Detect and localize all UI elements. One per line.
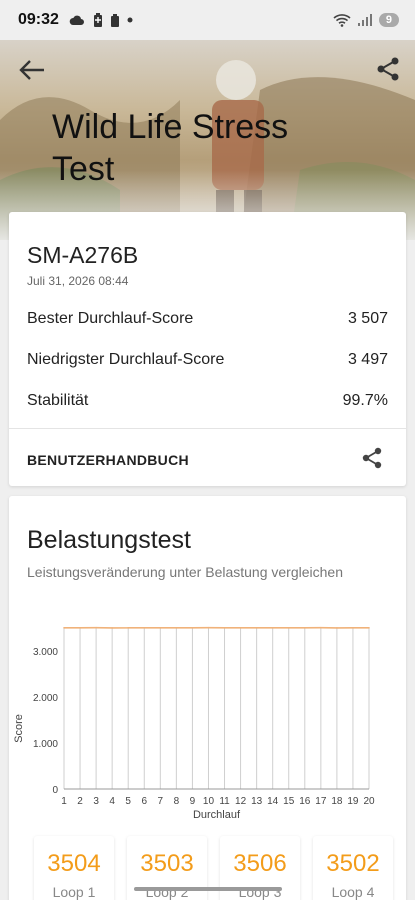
data-point: [368, 627, 370, 629]
best-score-row: Bester Durchlauf-Score 3 507: [27, 310, 388, 328]
test-date: Juli 31, 2026 08:44: [27, 274, 129, 288]
stability-row: Stabilität 99.7%: [27, 392, 388, 410]
hero-banner: Wild Life Stress Test: [0, 40, 415, 240]
data-point: [191, 626, 194, 629]
data-point: [207, 626, 210, 629]
result-summary-card: SM-A276B Juli 31, 2026 08:44 Bester Durc…: [9, 212, 406, 486]
row-value: 99.7%: [342, 392, 388, 409]
data-point: [175, 627, 178, 629]
arrow-left-icon[interactable]: [18, 58, 46, 82]
y-tick-label: 2.000: [33, 693, 58, 704]
x-tick-label: 7: [158, 796, 164, 807]
y-axis-label: Score: [13, 714, 25, 743]
data-point: [223, 627, 226, 629]
x-tick-label: 20: [363, 796, 375, 807]
y-tick-label: 3.000: [33, 647, 58, 658]
wifi-icon: [333, 14, 351, 27]
x-tick-label: 14: [267, 796, 279, 807]
row-label: Stabilität: [27, 392, 89, 409]
x-tick-label: 16: [299, 796, 311, 807]
x-tick-label: 2: [77, 796, 83, 807]
x-tick-label: 8: [174, 796, 180, 807]
x-tick-label: 17: [315, 796, 327, 807]
loop-label: Loop 1: [52, 884, 96, 900]
share-icon[interactable]: [375, 56, 401, 82]
page-title: Wild Life Stress Test: [52, 108, 289, 188]
x-tick-label: 15: [283, 796, 295, 807]
data-point: [255, 627, 258, 629]
battery-icon: [110, 13, 119, 27]
x-tick-label: 9: [190, 796, 196, 807]
data-point: [320, 626, 322, 629]
x-tick-label: 1: [61, 796, 67, 807]
data-point: [303, 627, 306, 629]
signal-icon: [357, 14, 372, 26]
loop-tile[interactable]: 3502 Loop 4: [313, 836, 393, 900]
x-tick-label: 3: [93, 796, 99, 807]
status-icons-right: 9: [333, 13, 399, 27]
x-tick-label: 12: [235, 796, 247, 807]
dot-icon: [127, 17, 133, 23]
data-point: [111, 627, 113, 629]
x-tick-label: 13: [251, 796, 263, 807]
status-time: 09:32: [18, 11, 59, 28]
row-label: Bester Durchlauf-Score: [27, 310, 194, 327]
data-point: [159, 627, 162, 629]
data-point: [352, 627, 354, 629]
loop-score: 3502: [326, 850, 380, 877]
user-manual-button[interactable]: BENUTZERHANDBUCH: [27, 452, 189, 468]
data-point: [336, 627, 338, 629]
row-value: 3 497: [347, 351, 388, 368]
data-point: [127, 627, 130, 629]
data-point: [63, 627, 65, 629]
data-point: [271, 626, 274, 629]
x-tick-label: 18: [331, 796, 343, 807]
section-subtitle: Leistungsveränderung unter Belastung ver…: [27, 564, 343, 580]
row-label: Niedrigster Durchlauf-Score: [27, 351, 225, 368]
data-point: [79, 627, 81, 629]
data-point: [95, 626, 97, 629]
loop-score: 3506: [233, 850, 287, 877]
y-tick-label: 0: [52, 785, 58, 796]
stress-chart: 01.0002.0003.0001 2 3 4 5 6 7 8 9 10 11 12 13 14 15 16 1…: [13, 626, 375, 821]
loop-tile[interactable]: 3504 Loop 1: [34, 836, 114, 900]
loop-label: Loop 4: [331, 884, 375, 900]
x-tick-label: 10: [203, 796, 215, 807]
x-axis-label: Durchlauf: [193, 809, 241, 821]
section-title: Belastungstest: [27, 526, 191, 554]
cloud-icon: [69, 15, 84, 25]
y-tick-label: 1.000: [33, 739, 58, 750]
loop-score: 3503: [140, 850, 194, 877]
divider: [9, 428, 406, 429]
battery-saver-icon: [93, 13, 102, 27]
navigation-handle[interactable]: [134, 887, 282, 891]
data-point: [143, 626, 146, 629]
x-tick-label: 4: [109, 796, 115, 807]
data-point: [239, 627, 242, 629]
loop-score: 3504: [47, 850, 101, 877]
x-tick-label: 11: [219, 796, 230, 807]
lowest-score-row: Niedrigster Durchlauf-Score 3 497: [27, 351, 388, 369]
device-name: SM-A276B: [27, 242, 139, 268]
x-tick-label: 5: [125, 796, 131, 807]
x-tick-label: 6: [141, 796, 147, 807]
status-bar: 09:32 9: [0, 0, 415, 40]
data-point: [287, 627, 290, 629]
status-icons-left: [69, 13, 133, 27]
x-tick-label: 19: [347, 796, 359, 807]
share-icon[interactable]: [360, 446, 384, 470]
notification-count-badge: 9: [378, 13, 399, 27]
row-value: 3 507: [347, 310, 388, 327]
